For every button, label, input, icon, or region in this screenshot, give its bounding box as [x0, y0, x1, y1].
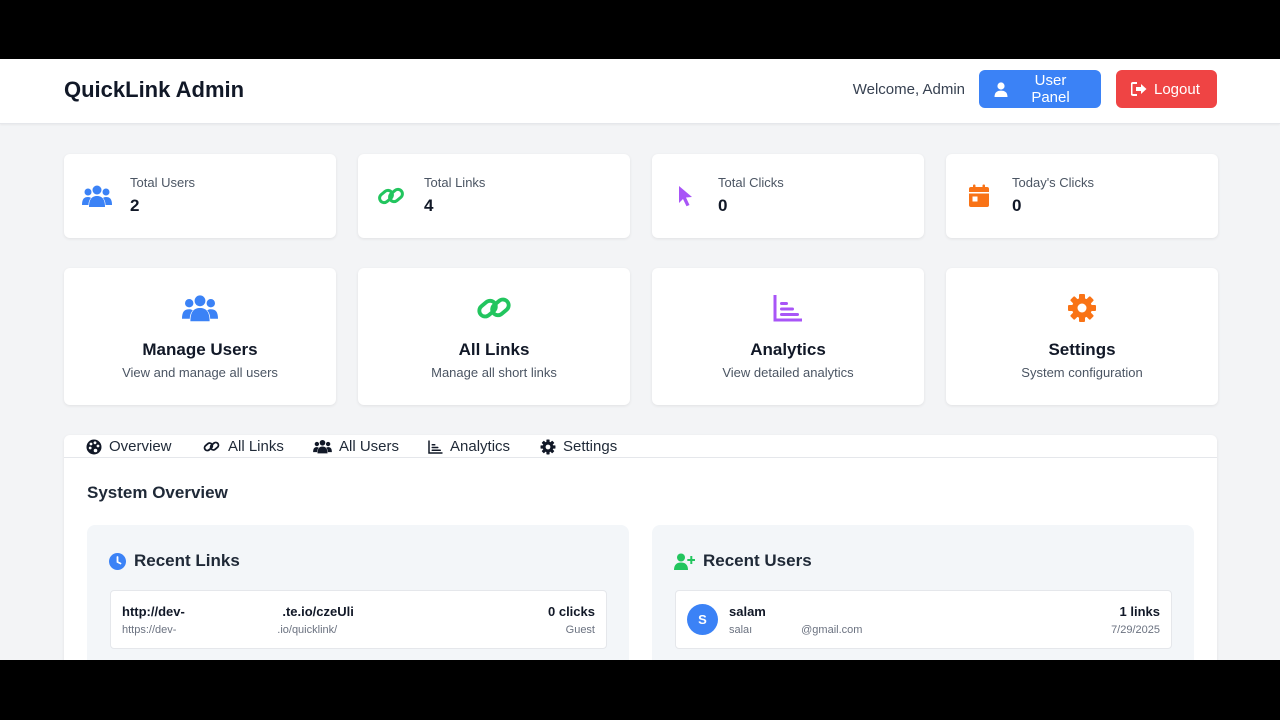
stat-card-total-clicks: Total Clicks 0 [652, 154, 924, 238]
user-join-date: 7/29/2025 [1111, 624, 1160, 636]
stat-value: 4 [424, 196, 434, 215]
click-count: 0 clicks [548, 604, 595, 619]
stat-label: Total Clicks [718, 175, 784, 190]
tab-all-users[interactable]: All Users [313, 438, 399, 455]
avatar: S [687, 604, 718, 635]
cursor-icon [670, 182, 700, 210]
link-icon [376, 182, 406, 210]
stat-label: Today's Clicks [1012, 175, 1094, 190]
link-owner: Guest [565, 624, 595, 636]
card-description: System configuration [1021, 365, 1143, 380]
tab-all-links[interactable]: All Links [202, 438, 284, 455]
stat-value: 0 [718, 196, 728, 215]
palette-icon [86, 439, 102, 455]
card-title: Settings [1048, 340, 1116, 359]
user-panel-button[interactable]: User Panel [979, 70, 1101, 108]
user-panel-label: User Panel [1031, 72, 1070, 106]
recent-links-box: Recent Links http://dev- .te.io/czeUli h… [87, 525, 629, 660]
card-title: Analytics [750, 340, 826, 359]
stat-label: Total Links [424, 175, 486, 190]
stat-value: 0 [1012, 196, 1022, 215]
stat-card-total-users: Total Users 2 [64, 154, 336, 238]
card-description: Manage all short links [431, 365, 557, 380]
calendar-icon [964, 182, 994, 210]
gear-icon [540, 439, 556, 455]
manage-users-card[interactable]: Manage Users View and manage all users [64, 268, 336, 405]
tab-label: All Links [228, 438, 284, 455]
recent-links-title: Recent Links [134, 551, 240, 570]
recent-links-header: Recent Links [109, 551, 240, 571]
top-navbar: QuickLink Admin Welcome, Admin User Pane… [0, 59, 1280, 124]
app-viewport: QuickLink Admin Welcome, Admin User Pane… [0, 59, 1280, 660]
user-link-count: 1 links [1119, 604, 1160, 619]
stat-card-total-links: Total Links 4 [358, 154, 630, 238]
recent-users-header: Recent Users [674, 551, 812, 571]
tab-label: Settings [563, 438, 618, 455]
stat-label: Total Users [130, 175, 196, 190]
settings-card[interactable]: Settings System configuration [946, 268, 1218, 405]
users-icon [182, 290, 218, 326]
chart-icon [428, 440, 443, 454]
clock-icon [109, 552, 126, 570]
logout-button[interactable]: Logout [1116, 70, 1217, 108]
users-icon [313, 439, 332, 454]
card-title: Manage Users [142, 340, 258, 359]
card-title: All Links [458, 340, 530, 359]
stat-value: 2 [130, 196, 140, 215]
welcome-text: Welcome, Admin [852, 81, 965, 98]
logout-icon [1131, 82, 1147, 96]
list-item[interactable]: S salam salaı @gmail.com 1 links 7/29/20… [675, 590, 1172, 649]
tab-label: All Users [339, 438, 400, 455]
recent-users-box: Recent Users S salam salaı @gmail.com 1 … [652, 525, 1194, 660]
tab-label: Overview [109, 438, 172, 455]
chart-icon [770, 290, 806, 326]
original-url: https://dev- .io/quicklink/ [122, 624, 338, 636]
recent-users-title: Recent Users [703, 551, 812, 570]
user-plus-icon [674, 553, 695, 570]
overview-panel: Overview All Links All Users Analytics S… [64, 435, 1217, 660]
section-title: System Overview [87, 483, 228, 502]
user-name: salam [729, 604, 766, 619]
link-icon [476, 290, 512, 326]
stat-card-todays-clicks: Today's Clicks 0 [946, 154, 1218, 238]
link-icon [202, 438, 221, 455]
all-links-card[interactable]: All Links Manage all short links [358, 268, 630, 405]
brand-title: QuickLink Admin [64, 77, 245, 102]
users-icon [82, 182, 112, 210]
gear-icon [1064, 290, 1100, 326]
tab-overview[interactable]: Overview [86, 438, 172, 455]
card-description: View and manage all users [122, 365, 278, 380]
user-email: salaı @gmail.com [729, 624, 863, 636]
tab-settings[interactable]: Settings [540, 438, 617, 455]
short-url: http://dev- .te.io/czeUli [122, 604, 354, 619]
logout-label: Logout [1154, 80, 1200, 98]
card-description: View detailed analytics [722, 365, 854, 380]
analytics-card[interactable]: Analytics View detailed analytics [652, 268, 924, 405]
list-item[interactable]: http://dev- .te.io/czeUli https://dev- .… [110, 590, 607, 649]
user-icon [994, 81, 1008, 97]
tab-bar: Overview All Links All Users Analytics S… [64, 435, 1217, 458]
tab-analytics[interactable]: Analytics [428, 438, 510, 455]
tab-label: Analytics [450, 438, 511, 455]
